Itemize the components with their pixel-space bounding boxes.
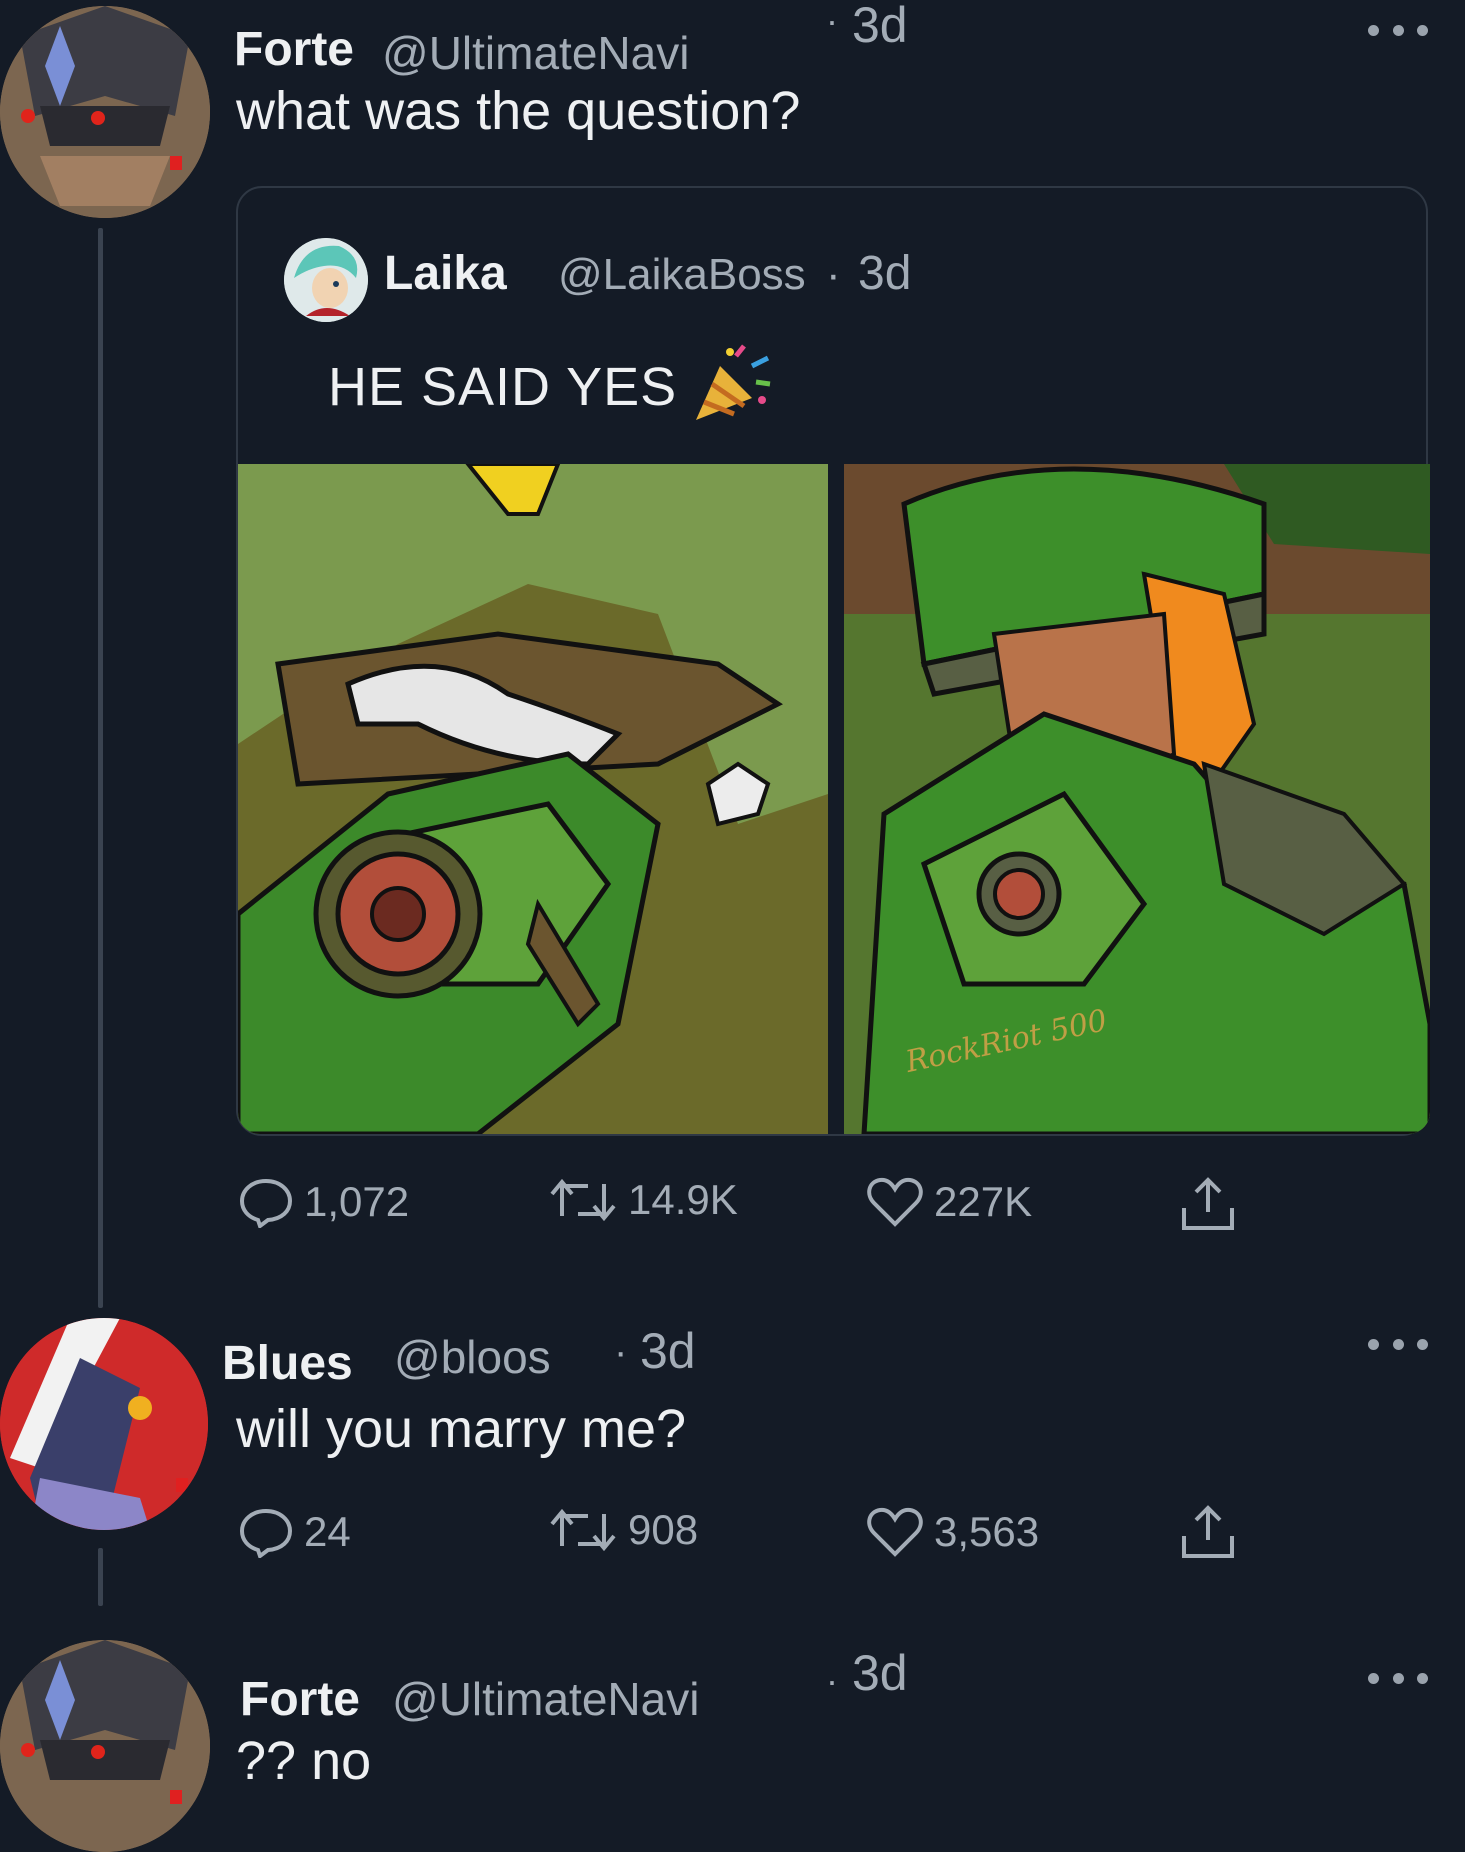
heart-icon xyxy=(866,1506,924,1558)
author-name[interactable]: Forte xyxy=(240,1672,360,1727)
blues-avatar[interactable] xyxy=(0,1318,208,1530)
like-button[interactable]: 3,563 xyxy=(866,1506,1039,1558)
like-count: 227K xyxy=(934,1178,1033,1225)
share-button[interactable] xyxy=(1178,1176,1238,1232)
quoted-tweet-card[interactable]: Laika @LaikaBoss · 3d HE SAID YES RockRi… xyxy=(236,186,1430,1136)
retweet-icon xyxy=(548,1176,618,1224)
tweet-text: what was the question? xyxy=(236,81,801,141)
more-dot-icon xyxy=(1417,1672,1428,1684)
tweet-timestamp[interactable]: 3d xyxy=(852,0,908,54)
tweet-timestamp[interactable]: 3d xyxy=(852,1644,908,1702)
reply-icon xyxy=(238,1176,294,1228)
share-button[interactable] xyxy=(1178,1504,1238,1560)
author-name[interactable]: Blues xyxy=(222,1336,353,1391)
forte-avatar[interactable] xyxy=(0,6,210,218)
retweet-button[interactable]: 908 xyxy=(548,1506,698,1554)
like-button[interactable]: 227K xyxy=(866,1176,1032,1228)
more-dot-icon xyxy=(1392,1338,1404,1350)
like-count: 3,563 xyxy=(934,1508,1040,1555)
proposal-drawing-left[interactable] xyxy=(238,464,828,1134)
reply-button[interactable]: 1,072 xyxy=(238,1176,409,1228)
author-handle[interactable]: @bloos xyxy=(394,1330,551,1384)
separator-dot: · xyxy=(826,1660,838,1701)
more-options-button[interactable] xyxy=(1368,1334,1428,1354)
quoted-tweet-text: HE SAID YES xyxy=(328,357,678,417)
reply-count: 1,072 xyxy=(304,1178,410,1225)
more-dot-icon xyxy=(1417,24,1428,36)
more-dot-icon xyxy=(1417,1338,1428,1350)
retweet-icon xyxy=(548,1506,618,1554)
author-handle[interactable]: @UltimateNavi xyxy=(392,1672,699,1726)
reply-count: 24 xyxy=(304,1508,351,1555)
tweet-text: will you marry me? xyxy=(236,1399,687,1459)
author-handle[interactable]: @UltimateNavi xyxy=(382,26,689,80)
share-icon xyxy=(1178,1504,1238,1560)
author-name[interactable]: Forte xyxy=(234,22,354,77)
more-dot-icon xyxy=(1368,24,1379,36)
forte-avatar[interactable] xyxy=(0,1640,210,1852)
separator-dot: · xyxy=(826,250,841,299)
retweet-count: 14.9K xyxy=(628,1176,738,1223)
separator-dot: · xyxy=(826,0,838,41)
more-options-button[interactable] xyxy=(1368,20,1428,40)
laika-avatar[interactable] xyxy=(284,238,368,322)
reply-button[interactable]: 24 xyxy=(238,1506,351,1558)
more-dot-icon xyxy=(1368,1672,1379,1684)
retweet-button[interactable]: 14.9K xyxy=(548,1176,738,1224)
more-options-button[interactable] xyxy=(1368,1668,1428,1688)
tweet-text: ?? no xyxy=(236,1731,372,1791)
more-dot-icon xyxy=(1368,1338,1379,1350)
share-icon xyxy=(1178,1176,1238,1232)
party-popper-icon xyxy=(690,344,774,426)
retweet-count: 908 xyxy=(628,1506,699,1553)
quoted-author-handle[interactable]: @LaikaBoss xyxy=(558,250,806,300)
thread-line-bottom xyxy=(98,1548,103,1606)
more-dot-icon xyxy=(1392,24,1404,36)
more-dot-icon xyxy=(1392,1672,1404,1684)
quoted-author-name[interactable]: Laika xyxy=(384,246,507,301)
heart-icon xyxy=(866,1176,924,1228)
proposal-drawing-right[interactable]: RockRiot 500 xyxy=(844,464,1430,1134)
quoted-timestamp[interactable]: 3d xyxy=(858,246,911,301)
thread-line-top xyxy=(98,228,103,1308)
tweet-timestamp[interactable]: 3d xyxy=(640,1322,696,1380)
separator-dot: · xyxy=(614,1330,628,1374)
reply-icon xyxy=(238,1506,294,1558)
